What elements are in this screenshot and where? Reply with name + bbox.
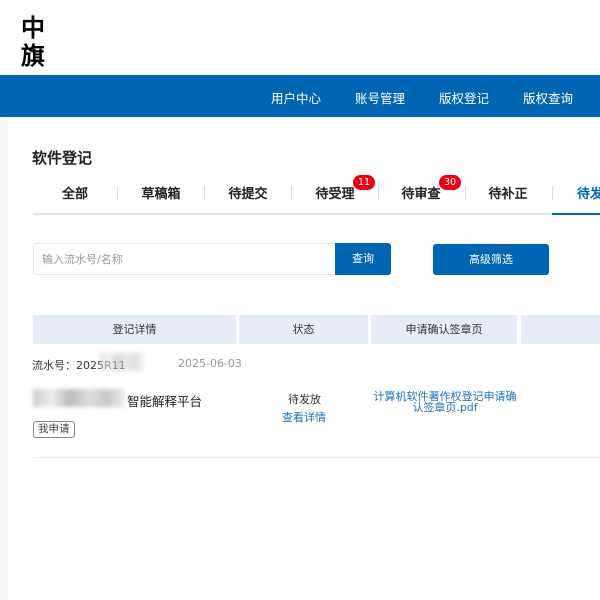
tab-divider (204, 186, 205, 200)
my-application-tag: 我申请 (33, 421, 75, 438)
tab-to-accept[interactable]: 待受理 (315, 183, 354, 202)
active-tab-indicator (552, 213, 600, 215)
tab-all[interactable]: 全部 (62, 183, 88, 202)
tab-to-issue[interactable]: 待发 (577, 183, 600, 202)
tab-drafts[interactable]: 草稿箱 (141, 183, 180, 202)
software-name: 智能解释平台 (127, 394, 203, 409)
tab-divider (117, 186, 118, 200)
redacted-block (33, 389, 125, 407)
date: 2025-06-03 (178, 357, 242, 370)
redacted-block (100, 353, 144, 371)
view-details-link[interactable]: 查看详情 (282, 409, 326, 425)
count-badge: 30 (439, 175, 461, 190)
nav-query[interactable]: 版权查询 (523, 88, 573, 107)
tab-underline (33, 213, 600, 215)
confirmation-pdf-link[interactable]: 计算机软件著作权登记申请确认签章页.pdf (370, 391, 520, 413)
top-nav: 用户中心 账号管理 版权登记 版权查询 (0, 75, 600, 117)
tab-divider (465, 186, 466, 200)
logo: 中旗 (21, 13, 45, 70)
advanced-filter-button[interactable]: 高级筛选 (433, 244, 549, 275)
search-input[interactable] (33, 243, 336, 275)
header-details: 登记详情 (33, 315, 236, 344)
nav-account[interactable]: 账号管理 (355, 88, 405, 107)
nav-registration[interactable]: 版权登记 (439, 88, 489, 107)
header-actions (521, 315, 600, 344)
page-title: 软件登记 (32, 149, 93, 167)
tab-divider (552, 186, 553, 200)
tab-to-correct[interactable]: 待补正 (488, 183, 527, 202)
row-divider (33, 457, 600, 458)
page-margin (0, 117, 8, 600)
status-text: 待发放 (288, 393, 321, 406)
header-confirmation: 申请确认签章页 (371, 315, 517, 344)
tab-to-submit[interactable]: 待提交 (228, 183, 267, 202)
tab-to-review[interactable]: 待审查 (401, 183, 440, 202)
tab-divider (291, 186, 292, 200)
nav-user-center[interactable]: 用户中心 (271, 88, 321, 107)
header-status: 状态 (239, 315, 368, 344)
tab-divider (378, 186, 379, 200)
count-badge: 11 (353, 175, 375, 190)
search-button[interactable]: 查询 (335, 243, 391, 275)
